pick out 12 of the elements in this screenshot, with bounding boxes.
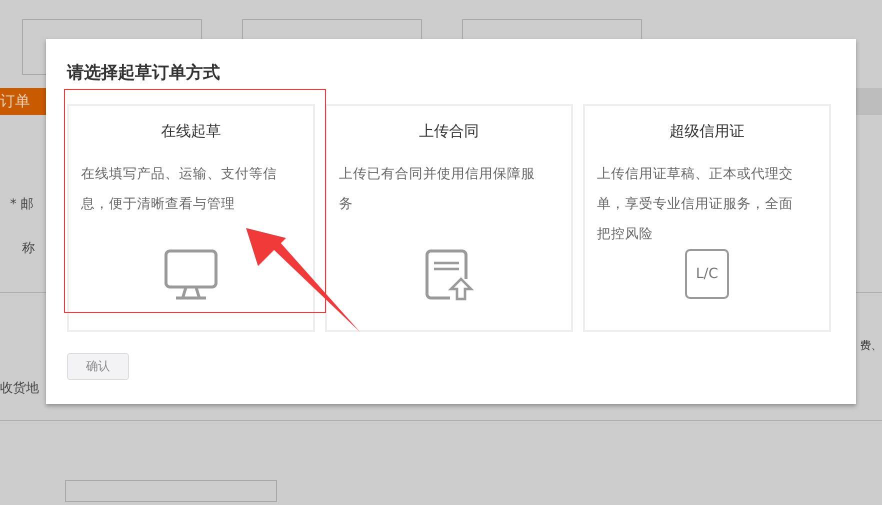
card-description: 上传信用证草稿、正本或代理交单，享受专业信用证服务，全面把控风险	[597, 165, 794, 244]
field-label: 称	[21, 240, 35, 257]
card-title: 上传合同	[419, 122, 479, 141]
card-description: 在线填写产品、运输、支付等信息，便于清晰查看与管理	[81, 165, 278, 214]
dialog-title: 请选择起草订单方式	[67, 62, 220, 84]
address-label: 收货地	[0, 380, 39, 397]
note-text: 费、	[859, 338, 882, 353]
card-title: 超级信用证	[670, 122, 744, 141]
card-title: 在线起草	[161, 122, 221, 141]
card-description: 上传已有合同并使用信用保障服务	[339, 165, 536, 214]
letter-of-credit-icon: L/C	[685, 249, 729, 299]
field-label: * 邮	[10, 196, 34, 213]
